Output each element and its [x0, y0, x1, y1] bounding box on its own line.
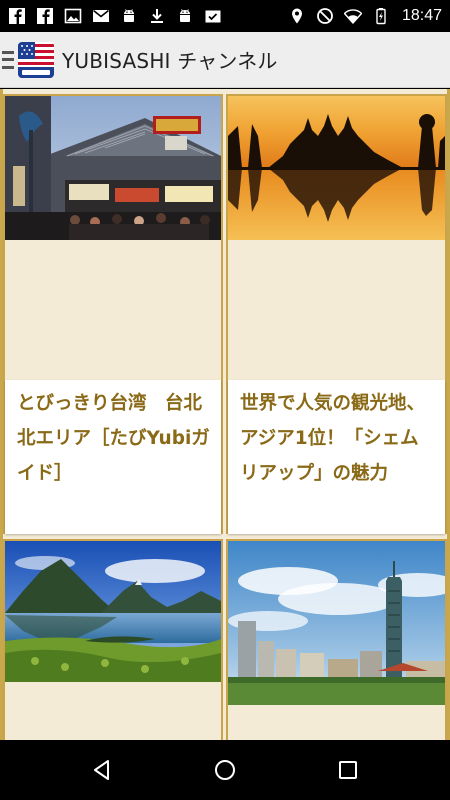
image-icon	[64, 7, 82, 25]
do-not-disturb-icon	[316, 7, 334, 25]
menu-icon[interactable]	[2, 50, 16, 69]
facebook-icon	[36, 7, 54, 25]
app-title: YUBISASHI チャンネル	[62, 49, 278, 73]
download-icon	[148, 7, 166, 25]
article-title: 世界で人気の観光地、アジア1位！「シェムリアップ」の魅力	[240, 393, 426, 484]
status-clock: 18:47	[401, 7, 442, 24]
article-grid[interactable]: とびっきり台湾 台北 北エリア［たびYubiガイド］ 世界で人気の観光地、アジア…	[0, 89, 450, 740]
recents-button[interactable]	[328, 750, 368, 790]
angkor-wat-sunset-photo[interactable]	[228, 96, 445, 240]
article-caption[interactable]: 世界で人気の観光地、アジア1位！「シェムリアップ」の魅力	[228, 380, 445, 534]
article-card[interactable]: とびっきり台湾 台北 北エリア［たびYubiガイド］	[3, 94, 223, 534]
android-icon	[176, 7, 194, 25]
gmail-icon	[92, 7, 110, 25]
home-button[interactable]	[205, 750, 245, 790]
battery-charging-icon	[372, 7, 390, 25]
app-bar: YUBISASHI チャンネル	[0, 32, 450, 88]
wifi-icon	[343, 7, 362, 25]
android-icon	[120, 7, 138, 25]
recents-icon	[339, 761, 358, 779]
taipei-101-skyline-photo[interactable]	[228, 541, 445, 705]
system-icons: 18:47	[288, 7, 442, 25]
facebook-icon	[8, 7, 26, 25]
article-caption[interactable]: とびっきり台湾 台北 北エリア［たびYubiガイド］	[5, 380, 221, 534]
status-bar: 18:47	[0, 0, 450, 32]
photo-check-icon	[204, 7, 222, 25]
article-card[interactable]	[226, 539, 447, 740]
taipei-night-market-photo[interactable]	[5, 96, 221, 240]
article-card[interactable]	[3, 539, 223, 740]
article-title: とびっきり台湾 台北 北エリア［たびYubiガイド］	[17, 393, 210, 484]
back-icon	[93, 760, 109, 780]
home-icon	[214, 760, 235, 780]
notification-icons	[8, 7, 222, 25]
back-button[interactable]	[82, 750, 122, 790]
article-card[interactable]: 世界で人気の観光地、アジア1位！「シェムリアップ」の魅力	[226, 94, 447, 534]
navigation-bar	[0, 740, 450, 800]
app-logo[interactable]	[18, 41, 54, 78]
location-icon	[288, 7, 306, 25]
new-zealand-fjord-photo[interactable]	[5, 541, 221, 682]
